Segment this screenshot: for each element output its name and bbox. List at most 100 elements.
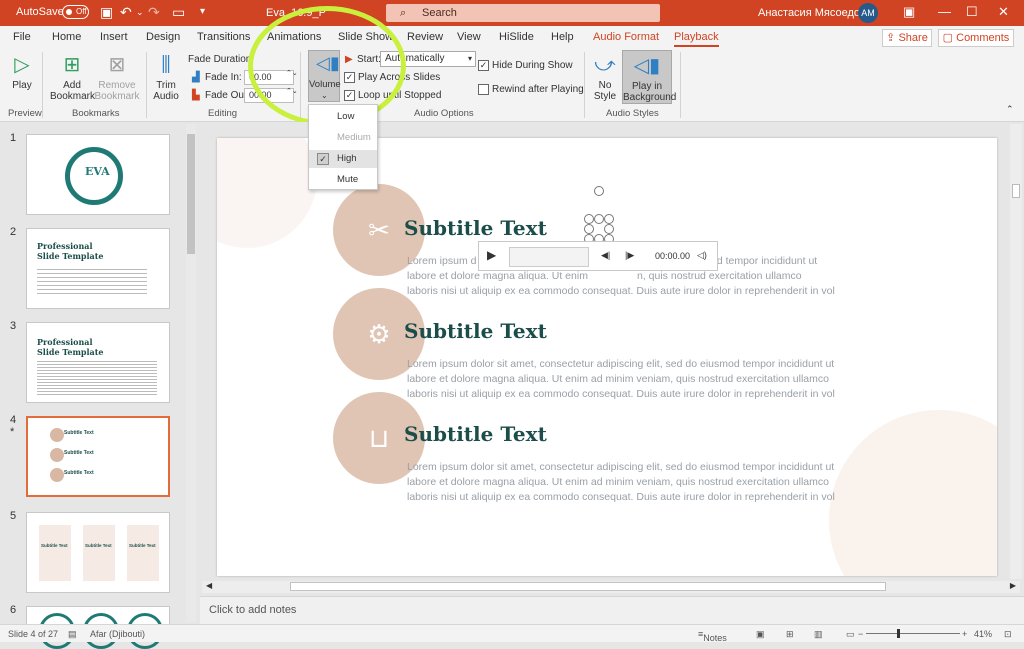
zoom-out-icon[interactable]: − [858, 629, 863, 639]
subtitle-heading[interactable]: Subtitle Text [404, 422, 547, 446]
slide-thumbnail-4[interactable]: Subtitle Text Subtitle Text Subtitle Tex… [26, 416, 170, 497]
volume-menu: Low Medium ✓ High Mute [308, 104, 378, 190]
play-button[interactable]: ▷ Play [6, 52, 38, 91]
fade-out-label: Fade Out: [205, 90, 250, 101]
close-icon[interactable]: ✕ [998, 4, 1009, 20]
scroll-left-icon[interactable]: ◀ [206, 581, 212, 590]
slide-thumbnail-5[interactable]: Subtitle Text Subtitle Text Subtitle Tex… [26, 512, 170, 593]
volume-option-mute[interactable]: Mute [309, 171, 377, 189]
tab-home[interactable]: Home [52, 31, 81, 43]
scroll-right-icon[interactable]: ▶ [1010, 581, 1016, 590]
slide-number: 3 [10, 320, 17, 332]
undo-dropdown-icon[interactable]: ⌄ [136, 4, 144, 20]
volume-option-medium[interactable]: Medium [309, 129, 377, 147]
resize-handle[interactable] [584, 224, 594, 234]
forward-icon[interactable]: |▶ [625, 250, 634, 261]
volume-option-high[interactable]: ✓ High [309, 150, 377, 168]
slideshow-icon[interactable]: ▭ [846, 629, 855, 640]
resize-handle[interactable] [584, 214, 594, 224]
undo-icon[interactable]: ↶ [120, 4, 132, 20]
tab-design[interactable]: Design [146, 31, 180, 43]
remove-bookmark-button[interactable]: ⊠ Remove Bookmark [94, 52, 140, 102]
zoom-slider-knob[interactable] [897, 629, 900, 638]
thumbnail-scrollbar[interactable] [186, 124, 196, 622]
search-box[interactable]: ⌕ Search [386, 4, 660, 22]
resize-handle[interactable] [604, 214, 614, 224]
tab-playback[interactable]: Playback [674, 31, 719, 47]
tab-insert[interactable]: Insert [100, 31, 128, 43]
title-bar: AutoSave Off ▣ ↶ ⌄ ↷ ▭ ▾ Eva_16:9_P ⌕ Se… [0, 0, 1024, 26]
redo-icon[interactable]: ↷ [148, 4, 160, 20]
audio-player-bar[interactable]: ▶ ◀| |▶ 00:00.00 ◁) [478, 241, 718, 271]
group-label-bookmarks: Bookmarks [72, 108, 120, 119]
play-icon[interactable]: ▶ [487, 248, 496, 262]
zoom-slider[interactable] [866, 633, 960, 634]
add-bookmark-button[interactable]: ⊞ Add Bookmark [50, 52, 95, 102]
maximize-icon[interactable]: ☐ [966, 4, 978, 20]
tab-review[interactable]: Review [407, 31, 443, 43]
notes-pane[interactable]: Click to add notes [200, 596, 1024, 624]
group-divider [584, 52, 585, 118]
slide-thumbnail-1[interactable]: EVA [26, 134, 170, 215]
slide-thumbnail-6[interactable] [26, 606, 170, 649]
thumb-title: EVA [85, 165, 110, 178]
subtitle-heading[interactable]: Subtitle Text [404, 319, 547, 343]
minimize-icon[interactable]: — [938, 4, 951, 19]
group-label-audio-options: Audio Options [414, 108, 474, 119]
customize-qat-icon[interactable]: ▾ [200, 4, 205, 20]
body-text[interactable]: Lorem ipsum dolor sit amet, consectetur … [407, 357, 847, 402]
zoom-in-icon[interactable]: + [962, 629, 967, 639]
fit-slide-icon[interactable]: ⊡ [1004, 629, 1012, 640]
fade-out-icon: ▙ [192, 90, 200, 101]
save-icon[interactable]: ▣ [100, 4, 113, 20]
zoom-level[interactable]: 41% [974, 629, 992, 639]
body-text[interactable]: Lorem ipsum dolor sit amet, consectetur … [407, 460, 847, 505]
avatar[interactable]: AM [858, 3, 878, 23]
notes-button[interactable]: ≡ Notes [698, 629, 727, 643]
scroll-thumb[interactable] [1012, 184, 1020, 198]
back-icon[interactable]: ◀| [601, 250, 610, 261]
normal-view-icon[interactable]: ▣ [756, 629, 765, 640]
slide-thumbnail-2[interactable]: Professional Slide Template [26, 228, 170, 309]
tab-hislide[interactable]: HiSlide [499, 31, 534, 43]
horizontal-scrollbar[interactable]: ◀ ▶ [202, 581, 1020, 593]
tab-transitions[interactable]: Transitions [197, 31, 250, 43]
tab-audio-format[interactable]: Audio Format [593, 31, 659, 43]
comments-button[interactable]: ▢ Comments [938, 29, 1014, 47]
no-style-button[interactable]: ⤻ No Style [590, 52, 620, 102]
slide-sorter-icon[interactable]: ⊞ [786, 629, 794, 640]
hide-during-show-checkbox[interactable]: ✓ Hide During Show [478, 60, 573, 71]
check-icon: ✓ [317, 153, 329, 165]
thumb-title: Subtitle Text [85, 543, 112, 548]
share-button[interactable]: ⇪ Share [882, 29, 932, 47]
audio-progress-bar[interactable] [509, 247, 589, 267]
rewind-checkbox[interactable]: Rewind after Playing [478, 84, 584, 95]
collapse-ribbon-icon[interactable]: ⌃ [1006, 104, 1014, 115]
present-icon[interactable]: ▭ [172, 4, 185, 20]
reading-view-icon[interactable]: ▥ [814, 629, 823, 640]
scroll-thumb[interactable] [187, 134, 195, 254]
group-label-preview: Preview [8, 108, 42, 119]
accessibility-icon[interactable]: ▤ [68, 629, 77, 640]
autosave-toggle[interactable]: Off [62, 5, 89, 19]
resize-handle[interactable] [604, 224, 614, 234]
speaker-icon[interactable]: ◁) [697, 250, 707, 261]
scroll-thumb[interactable] [290, 582, 886, 591]
trim-audio-button[interactable]: ⫼ Trim Audio [152, 52, 180, 102]
language-indicator[interactable]: Afar (Djibouti) [90, 629, 145, 639]
search-icon: ⌕ [400, 7, 407, 19]
play-in-background-button[interactable]: ◁▮ Play in Background [622, 50, 676, 104]
thumb-title: Professional Slide Template [37, 241, 104, 261]
tab-file[interactable]: File [13, 31, 31, 43]
background-play-icon: ◁▮ [633, 55, 661, 77]
vertical-scrollbar[interactable] [1010, 124, 1022, 579]
tab-view[interactable]: View [457, 31, 481, 43]
volume-option-low[interactable]: Low [309, 108, 377, 126]
rotate-handle[interactable] [594, 186, 604, 196]
tab-help[interactable]: Help [551, 31, 574, 43]
group-label-editing: Editing [208, 108, 238, 119]
ribbon-display-icon[interactable]: ▣ [903, 4, 915, 20]
subtitle-heading[interactable]: Subtitle Text [404, 216, 547, 240]
resize-handle[interactable] [594, 214, 604, 224]
slide-thumbnail-3[interactable]: Professional Slide Template [26, 322, 170, 403]
